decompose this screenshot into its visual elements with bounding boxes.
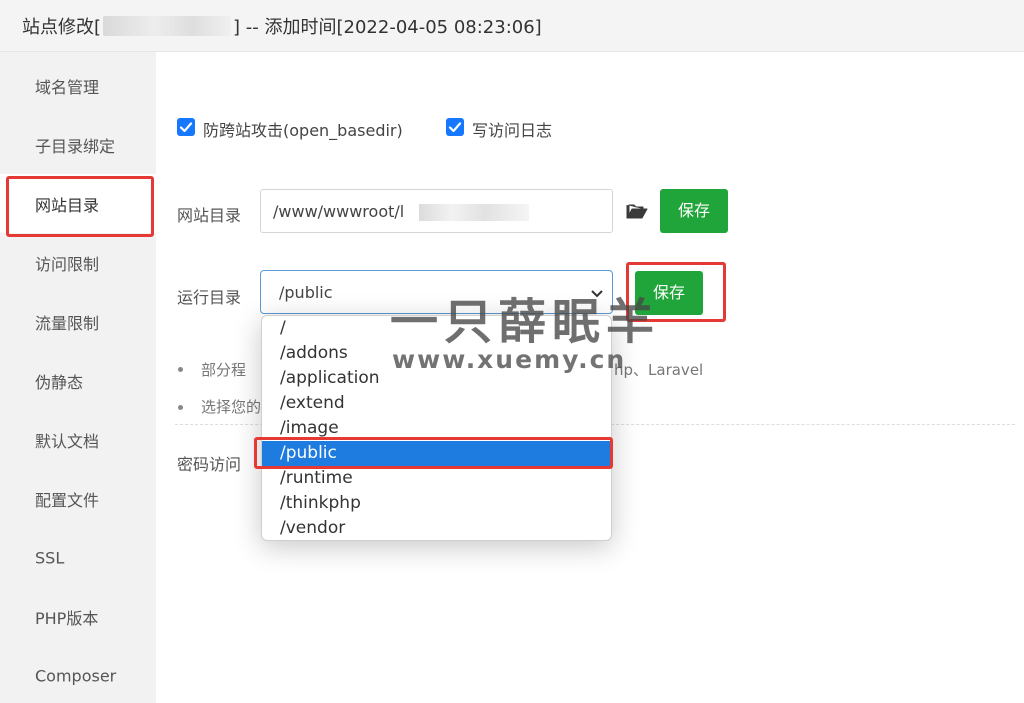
redacted-site-name [103,16,232,36]
site-dir-value: /www/wwwroot/l [273,202,405,221]
dialog-title: 站点修改[ ] -- 添加时间[2022-04-05 08:23:06] [22,13,542,39]
sidebar-item-label: 域名管理 [35,77,100,97]
site-dir-input[interactable]: /www/wwwroot/l [260,189,613,233]
password-access-label: 密码访问 [177,455,242,474]
sidebar-item-label: Composer [35,666,117,685]
dropdown-option[interactable]: /vendor [262,516,611,540]
access-log-checkbox[interactable] [446,118,464,136]
sidebar-item-label: 配置文件 [35,490,100,510]
watermark-url: www.xuemy.cn [392,345,627,374]
sidebar-item-label: 访问限制 [35,254,100,274]
sidebar-item-access-limit[interactable]: 访问限制 [0,233,156,292]
tip-text-1-end: hp、Laravel [614,361,704,379]
dropdown-option[interactable]: /image [262,416,611,441]
tip-text-1-start: 部分程 [201,361,247,379]
run-dir-selected-value: /public [279,283,333,302]
sidebar-item-label: 伪静态 [35,372,84,392]
sidebar-item-site-dir[interactable]: 网站目录 [0,174,156,233]
sidebar: 域名管理 子目录绑定 网站目录 访问限制 流量限制 伪静态 默认文档 配置文件 … [0,52,156,703]
dropdown-option[interactable]: /thinkphp [262,491,611,516]
redacted-path [419,204,529,221]
sidebar-item-config-file[interactable]: 配置文件 [0,469,156,528]
sidebar-item-traffic-limit[interactable]: 流量限制 [0,292,156,351]
sidebar-item-domain[interactable]: 域名管理 [0,56,156,115]
tip-bullet [178,405,183,410]
watermark-title: 一只薛眠羊 [390,294,661,350]
sidebar-item-label: 网站目录 [35,195,100,215]
sidebar-item-subdir[interactable]: 子目录绑定 [0,115,156,174]
sidebar-item-label: SSL [35,548,65,567]
site-dir-save-button[interactable]: 保存 [660,189,728,233]
sidebar-item-ssl[interactable]: SSL [0,528,156,587]
sidebar-item-label: 流量限制 [35,313,100,333]
sidebar-item-rewrite[interactable]: 伪静态 [0,351,156,410]
run-dir-label: 运行目录 [177,288,242,307]
tip-bullet [178,367,183,372]
title-suffix: ] -- 添加时间[2022-04-05 08:23:06] [233,17,542,38]
sidebar-item-php-version[interactable]: PHP版本 [0,587,156,646]
title-bar: 站点修改[ ] -- 添加时间[2022-04-05 08:23:06] [0,0,1024,52]
tip-text-2-start: 选择您的 [201,398,262,416]
dropdown-option[interactable]: /extend [262,391,611,416]
sidebar-item-default-doc[interactable]: 默认文档 [0,410,156,469]
access-log-label: 写访问日志 [472,121,553,140]
sidebar-item-label: PHP版本 [35,608,99,628]
site-dir-label: 网站目录 [177,206,242,225]
sidebar-item-label: 子目录绑定 [35,136,116,156]
anti-xss-label: 防跨站攻击(open_basedir) [203,121,403,140]
dropdown-option-selected[interactable]: /public [262,441,611,466]
folder-open-icon[interactable] [626,202,648,224]
dropdown-option[interactable]: /runtime [262,466,611,491]
anti-xss-checkbox[interactable] [177,118,195,136]
title-prefix: 站点修改[ [22,17,102,38]
sidebar-item-label: 默认文档 [35,431,100,451]
sidebar-item-composer[interactable]: Composer [0,646,156,703]
